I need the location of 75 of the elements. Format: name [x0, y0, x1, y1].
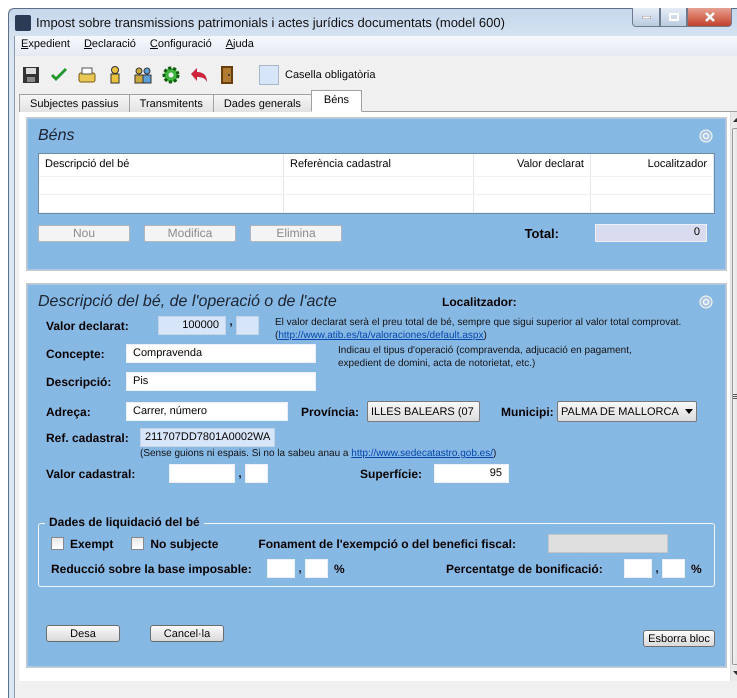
gear-icon[interactable] [161, 65, 181, 85]
field-label: Adreça: [46, 404, 92, 418]
unit-label: % [334, 562, 346, 576]
checkbox-label: Exempt [70, 536, 114, 550]
save-icon[interactable] [21, 65, 41, 85]
minimize-icon [642, 16, 650, 18]
municipality-dropdown[interactable]: PALMA DE MALLORCA [557, 401, 697, 422]
maximize-button[interactable] [660, 8, 687, 27]
clear-block-button[interactable]: Esborra bloc [643, 630, 715, 647]
field-label: Fonament de l'exempció o del benefici fiscal: [258, 536, 517, 550]
decimal-separator: , [237, 468, 243, 480]
link[interactable]: http://www.sedecatastro.gob.es/ [351, 448, 494, 459]
hint-text: El valor declarat serà el preu total de bé, sempre que sigui superior al valor total comprovat. (http://www.atib.es/ta/valoraciones/default.aspx) [275, 316, 682, 342]
link[interactable]: http://www.atib.es/ta/valoraciones/default.aspx [278, 330, 484, 341]
field-label: Província: [301, 404, 360, 418]
field-label: Valor cadastral: [46, 466, 136, 480]
app-icon [15, 14, 31, 30]
field-label: Valor declarat: [46, 318, 130, 333]
tab[interactable]: Transmitents [128, 94, 214, 112]
column-header: Referència cadastral [284, 154, 474, 176]
tab[interactable]: Dades generals [212, 94, 312, 112]
input-field[interactable]: Compravenda [126, 344, 316, 363]
maximize-icon [668, 13, 678, 21]
printer-icon[interactable] [77, 65, 97, 85]
input-field[interactable] [236, 316, 259, 335]
column-header: Descripció del bé [39, 154, 284, 176]
field-label: Descripció: [46, 374, 112, 388]
field-label: Localitzador: [442, 295, 518, 309]
people-icon[interactable] [133, 65, 153, 85]
decimal-separator: , [654, 562, 660, 574]
panel-title: Descripció del bé, de l'operació o de l'acte [38, 293, 338, 311]
field-label: Municipi: [501, 404, 555, 418]
input-field[interactable] [548, 534, 668, 553]
field-label: Reducció sobre la base imposable: [51, 562, 253, 576]
required-field-swatch [259, 65, 279, 85]
menu-item[interactable]: Expedient [21, 38, 70, 54]
province-dropdown[interactable]: ILLES BALEARS (07 [367, 401, 480, 422]
menu-item[interactable]: Ajuda [226, 38, 254, 54]
unit-label: % [691, 562, 702, 576]
total-field: 0 [595, 224, 707, 242]
decimal-separator: , [297, 562, 303, 574]
column-header: Localitzador [591, 154, 714, 176]
field-label: Ref. cadastral: [46, 430, 130, 444]
total-label: Total: [524, 226, 559, 240]
group-title: Dades de liquidació del bé [45, 515, 204, 529]
input-field[interactable]: Pis [126, 372, 316, 391]
column-header: Valor declarat [474, 154, 591, 176]
field-label: Superfície: [360, 466, 424, 480]
field-label: Concepte: [46, 346, 106, 361]
input-field[interactable]: Carrer, número [126, 402, 288, 421]
field-label: Percentatge de bonificació: [446, 562, 604, 576]
dropdown-caret-icon [685, 409, 693, 414]
help-icon[interactable] [699, 295, 713, 309]
input-field[interactable]: 211707DD7801A0002WA [140, 428, 276, 447]
form-button[interactable]: Desa [46, 625, 120, 642]
menu-item[interactable]: Declaració [84, 38, 136, 54]
tab[interactable]: Subjectes passius [19, 94, 130, 112]
tab[interactable]: Béns [310, 90, 362, 112]
hint-text: Indicau el tipus d'operació (compravenda, adjucació en pagament, expedient de domini, acta de notorietat, etc.) [338, 344, 633, 370]
close-button[interactable] [687, 8, 732, 27]
decimal-separator: , [228, 316, 234, 328]
form-button[interactable]: Cancel·la [150, 625, 224, 642]
input-field[interactable]: 100000 [158, 316, 226, 335]
help-icon[interactable] [699, 129, 713, 143]
panel-title: Béns [38, 127, 74, 144]
checkbox[interactable] [131, 537, 144, 550]
close-icon [704, 12, 714, 22]
menu-item[interactable]: Configuració [150, 38, 212, 54]
checkbox-label: No subjecte [150, 536, 218, 550]
input-field[interactable]: 95 [434, 464, 509, 483]
hint-text: (Sense guions ni espais. Si no la sabeu anau a http://www.sedecatastro.gob.es/) [140, 447, 496, 460]
window-title: Impost sobre transmissions patrimonials i actes jurídics documentats (model 600) [36, 15, 506, 30]
minimize-button[interactable] [632, 8, 660, 27]
legend-label: Casella obligatòria [285, 69, 376, 81]
checkbox[interactable] [51, 537, 64, 550]
